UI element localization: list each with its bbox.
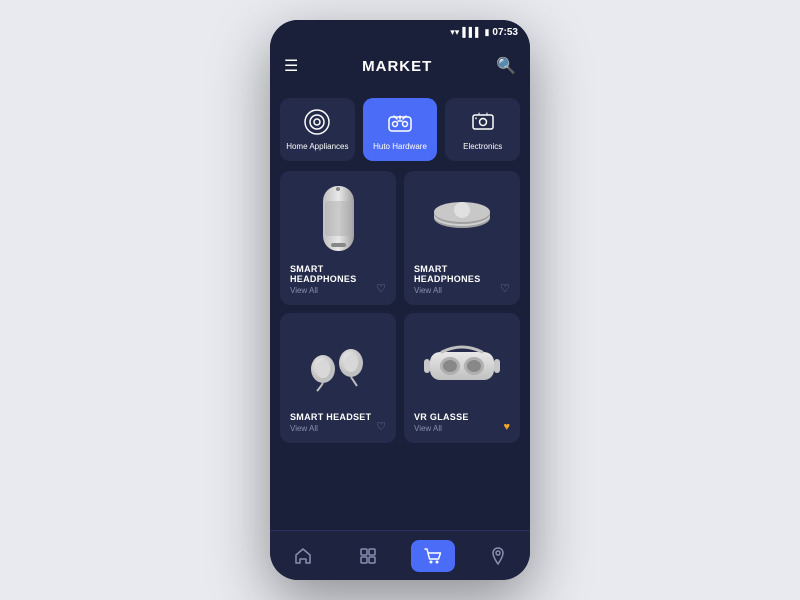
nav-home[interactable] bbox=[281, 540, 325, 572]
product-image-puck bbox=[414, 181, 510, 256]
product-image-speaker bbox=[290, 181, 386, 256]
product-grid: SMART HEADPHONES View All ♡ bbox=[280, 171, 520, 453]
category-electronics[interactable]: Electronics bbox=[445, 98, 520, 161]
category-home-appliances-label: Home Appliances bbox=[286, 142, 348, 151]
grid-nav-icon bbox=[358, 546, 378, 566]
nav-location[interactable] bbox=[476, 540, 520, 572]
category-electronics-label: Electronics bbox=[463, 142, 502, 151]
product-image-earbuds bbox=[290, 323, 386, 404]
product-card-smart-headset[interactable]: SMART HEADSET View All ♡ bbox=[280, 313, 396, 443]
category-home-appliances[interactable]: Home Appliances bbox=[280, 98, 355, 161]
main-content: Home Appliances Huto Hardware bbox=[270, 88, 530, 530]
product-name-2: SMART HEADPHONES bbox=[414, 264, 510, 284]
app-header: ☰ MARKET 🔍 bbox=[270, 44, 530, 88]
nav-grid[interactable] bbox=[346, 540, 390, 572]
nav-cart[interactable] bbox=[411, 540, 455, 572]
auto-hardware-icon bbox=[386, 108, 414, 136]
home-appliances-icon bbox=[303, 108, 331, 136]
status-time: 07:53 bbox=[492, 27, 518, 38]
battery-icon: ▮ bbox=[484, 27, 489, 38]
heart-icon-4[interactable]: ♥ bbox=[503, 421, 510, 433]
heart-icon-3[interactable]: ♡ bbox=[376, 420, 386, 433]
product-card-smart-headphones-1[interactable]: SMART HEADPHONES View All ♡ bbox=[280, 171, 396, 305]
cart-nav-icon bbox=[423, 546, 443, 566]
product-view-all-1[interactable]: View All bbox=[290, 286, 386, 295]
category-list: Home Appliances Huto Hardware bbox=[280, 98, 520, 161]
home-nav-icon bbox=[293, 546, 313, 566]
phone-frame: ▾▾ ▌▌▌ ▮ 07:53 ☰ MARKET 🔍 Home Appliance… bbox=[270, 20, 530, 580]
search-icon[interactable]: 🔍 bbox=[496, 56, 516, 76]
heart-icon-2[interactable]: ♡ bbox=[500, 282, 510, 295]
earbuds-image bbox=[301, 331, 376, 396]
category-auto-hardware[interactable]: Huto Hardware bbox=[363, 98, 438, 161]
speaker-image bbox=[311, 181, 366, 256]
heart-icon-1[interactable]: ♡ bbox=[376, 282, 386, 295]
bottom-nav bbox=[270, 530, 530, 580]
app-title: MARKET bbox=[362, 58, 432, 75]
product-view-all-2[interactable]: View All bbox=[414, 286, 510, 295]
puck-image bbox=[430, 186, 495, 251]
wifi-icon: ▾▾ bbox=[450, 27, 459, 38]
product-name-3: SMART HEADSET bbox=[290, 412, 386, 422]
signal-icon: ▌▌▌ bbox=[462, 27, 481, 37]
hamburger-icon[interactable]: ☰ bbox=[284, 56, 298, 76]
product-view-all-4[interactable]: View All bbox=[414, 424, 510, 433]
category-auto-hardware-label: Huto Hardware bbox=[373, 142, 427, 151]
product-view-all-3[interactable]: View All bbox=[290, 424, 386, 433]
product-card-vr-glasse[interactable]: VR GLASSE View All ♥ bbox=[404, 313, 520, 443]
electronics-icon bbox=[469, 108, 497, 136]
vr-image bbox=[422, 334, 502, 394]
product-name-4: VR GLASSE bbox=[414, 412, 510, 422]
product-image-vr bbox=[414, 323, 510, 404]
product-card-smart-headphones-2[interactable]: SMART HEADPHONES View All ♡ bbox=[404, 171, 520, 305]
status-icons: ▾▾ ▌▌▌ ▮ 07:53 bbox=[450, 27, 518, 38]
status-bar: ▾▾ ▌▌▌ ▮ 07:53 bbox=[270, 20, 530, 44]
location-nav-icon bbox=[488, 546, 508, 566]
product-name-1: SMART HEADPHONES bbox=[290, 264, 386, 284]
